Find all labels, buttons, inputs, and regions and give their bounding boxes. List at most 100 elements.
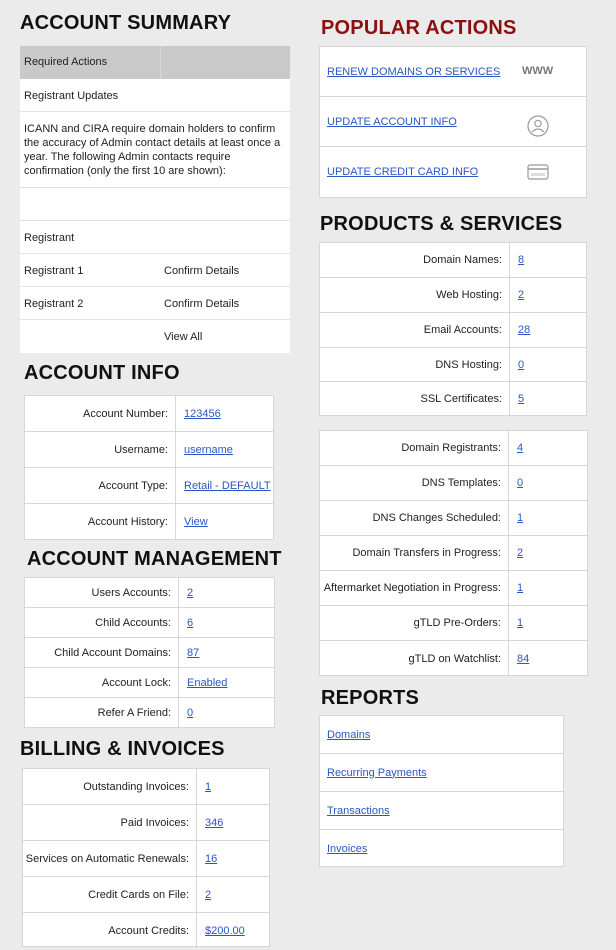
account-management-row: Child Accounts: 6 bbox=[25, 608, 274, 638]
account-info-row: Account Number: 123456 bbox=[25, 396, 273, 432]
account-type-link[interactable]: Retail - DEFAULT bbox=[184, 480, 271, 492]
report-item: Invoices bbox=[320, 830, 563, 867]
billing-row: Outstanding Invoices: 1 bbox=[23, 769, 269, 805]
report-domains-link[interactable]: Domains bbox=[327, 729, 370, 741]
required-actions-label: Required Actions bbox=[24, 56, 108, 68]
account-info-table: Account Number: 123456 Username: usernam… bbox=[24, 395, 274, 540]
account-management-heading: ACCOUNT MANAGEMENT bbox=[27, 548, 282, 570]
account-management-row: Users Accounts: 2 bbox=[25, 578, 274, 608]
registrant-updates-row: Registrant Updates bbox=[20, 79, 290, 112]
renew-domains-link[interactable]: RENEW DOMAINS OR SERVICES bbox=[327, 66, 500, 78]
email-accounts-label: Email Accounts: bbox=[320, 313, 510, 347]
popular-actions-panel: RENEW DOMAINS OR SERVICES WWW UPDATE ACC… bbox=[319, 46, 587, 198]
dns-templates-label: DNS Templates: bbox=[320, 466, 509, 500]
report-transactions-link[interactable]: Transactions bbox=[327, 805, 390, 817]
automatic-renewals-link[interactable]: 16 bbox=[205, 853, 217, 865]
registrant-updates-label: Registrant Updates bbox=[24, 90, 119, 102]
child-accounts-label: Child Accounts: bbox=[25, 608, 179, 637]
product-row: Email Accounts: 28 bbox=[320, 313, 586, 348]
update-account-info-link[interactable]: UPDATE ACCOUNT INFO bbox=[327, 116, 457, 128]
products-table: Domain Names: 8 Web Hosting: 2 Email Acc… bbox=[319, 242, 587, 416]
gtld-pre-orders-label: gTLD Pre-Orders: bbox=[320, 606, 509, 640]
gtld-watchlist-label: gTLD on Watchlist: bbox=[320, 641, 509, 676]
notice-row: ICANN and CIRA require domain holders to… bbox=[20, 112, 290, 188]
gtld-pre-orders-link[interactable]: 1 bbox=[517, 617, 523, 629]
registrant-row: Registrant 2 Confirm Details bbox=[20, 287, 290, 320]
product-row: Domain Names: 8 bbox=[320, 243, 586, 278]
domain-stat-row: DNS Templates: 0 bbox=[320, 466, 587, 501]
dns-changes-scheduled-label: DNS Changes Scheduled: bbox=[320, 501, 509, 535]
web-hosting-link[interactable]: 2 bbox=[518, 289, 524, 301]
registrant-name: Registrant 1 bbox=[24, 265, 84, 277]
report-invoices-link[interactable]: Invoices bbox=[327, 843, 367, 855]
aftermarket-negotiation-link[interactable]: 1 bbox=[517, 582, 523, 594]
child-account-domains-link[interactable]: 87 bbox=[187, 647, 199, 659]
view-all-link[interactable]: View All bbox=[164, 331, 202, 343]
confirm-details-link[interactable]: Confirm Details bbox=[164, 298, 239, 310]
outstanding-invoices-link[interactable]: 1 bbox=[205, 781, 211, 793]
account-number-label: Account Number: bbox=[25, 396, 176, 431]
product-row: SSL Certificates: 5 bbox=[320, 382, 586, 416]
outstanding-invoices-label: Outstanding Invoices: bbox=[23, 769, 197, 804]
account-management-table: Users Accounts: 2 Child Accounts: 6 Chil… bbox=[24, 577, 275, 728]
paid-invoices-link[interactable]: 346 bbox=[205, 817, 223, 829]
account-summary-heading: ACCOUNT SUMMARY bbox=[20, 12, 232, 34]
users-accounts-label: Users Accounts: bbox=[25, 578, 179, 607]
domain-stat-row: DNS Changes Scheduled: 1 bbox=[320, 501, 587, 536]
account-info-row: Username: username bbox=[25, 432, 273, 468]
reports-heading: REPORTS bbox=[321, 687, 420, 709]
email-accounts-link[interactable]: 28 bbox=[518, 324, 530, 336]
reports-panel: Domains Recurring Payments Transactions … bbox=[319, 715, 564, 867]
billing-row: Paid Invoices: 346 bbox=[23, 805, 269, 841]
dns-templates-link[interactable]: 0 bbox=[517, 477, 523, 489]
credit-card-icon[interactable] bbox=[527, 163, 549, 184]
report-recurring-payments-link[interactable]: Recurring Payments bbox=[327, 767, 427, 779]
report-item: Domains bbox=[320, 716, 563, 754]
credit-cards-on-file-label: Credit Cards on File: bbox=[23, 877, 197, 912]
billing-row: Services on Automatic Renewals: 16 bbox=[23, 841, 269, 877]
account-credits-label: Account Credits: bbox=[23, 913, 197, 948]
child-account-domains-label: Child Account Domains: bbox=[25, 638, 179, 667]
account-info-row: Account History: View bbox=[25, 504, 273, 540]
account-number-link[interactable]: 123456 bbox=[184, 408, 221, 420]
account-credits-link[interactable]: $200.00 bbox=[205, 925, 245, 937]
confirm-details-link[interactable]: Confirm Details bbox=[164, 265, 239, 277]
account-lock-link[interactable]: Enabled bbox=[187, 677, 227, 689]
spacer-row bbox=[20, 188, 290, 221]
dns-hosting-label: DNS Hosting: bbox=[320, 348, 510, 381]
aftermarket-negotiation-label: Aftermarket Negotiation in Progress: bbox=[320, 571, 509, 605]
username-link[interactable]: username bbox=[184, 444, 233, 456]
billing-heading: BILLING & INVOICES bbox=[20, 738, 225, 760]
user-icon[interactable] bbox=[527, 115, 549, 140]
domain-stat-row: Aftermarket Negotiation in Progress: 1 bbox=[320, 571, 587, 606]
ssl-certificates-link[interactable]: 5 bbox=[518, 393, 524, 405]
registrant-row: Registrant 1 Confirm Details bbox=[20, 254, 290, 287]
domain-stats-table: Domain Registrants: 4 DNS Templates: 0 D… bbox=[319, 430, 588, 676]
popular-action-row: UPDATE ACCOUNT INFO bbox=[320, 97, 586, 147]
dns-changes-scheduled-link[interactable]: 1 bbox=[517, 512, 523, 524]
dns-hosting-link[interactable]: 0 bbox=[518, 359, 524, 371]
popular-action-row: UPDATE CREDIT CARD INFO bbox=[320, 147, 586, 198]
gtld-watchlist-link[interactable]: 84 bbox=[517, 653, 529, 665]
view-all-row: View All bbox=[20, 320, 290, 353]
domain-registrants-link[interactable]: 4 bbox=[517, 442, 523, 454]
domain-stat-row: gTLD on Watchlist: 84 bbox=[320, 641, 587, 676]
popular-actions-heading: POPULAR ACTIONS bbox=[321, 17, 517, 39]
www-icon[interactable]: WWW bbox=[522, 65, 553, 77]
product-row: DNS Hosting: 0 bbox=[320, 348, 586, 382]
users-accounts-link[interactable]: 2 bbox=[187, 587, 193, 599]
domain-names-label: Domain Names: bbox=[320, 243, 510, 277]
registrant-header: Registrant bbox=[24, 232, 75, 244]
child-accounts-link[interactable]: 6 bbox=[187, 617, 193, 629]
account-history-link[interactable]: View bbox=[184, 516, 208, 528]
domain-transfers-link[interactable]: 2 bbox=[517, 547, 523, 559]
paid-invoices-label: Paid Invoices: bbox=[23, 805, 197, 840]
account-management-row: Refer A Friend: 0 bbox=[25, 698, 274, 728]
account-history-label: Account History: bbox=[25, 504, 176, 540]
required-actions-row: Required Actions bbox=[20, 46, 290, 79]
credit-cards-on-file-link[interactable]: 2 bbox=[205, 889, 211, 901]
refer-a-friend-link[interactable]: 0 bbox=[187, 707, 193, 719]
update-credit-card-link[interactable]: UPDATE CREDIT CARD INFO bbox=[327, 166, 478, 178]
popular-action-row: RENEW DOMAINS OR SERVICES WWW bbox=[320, 47, 586, 97]
domain-names-link[interactable]: 8 bbox=[518, 254, 524, 266]
